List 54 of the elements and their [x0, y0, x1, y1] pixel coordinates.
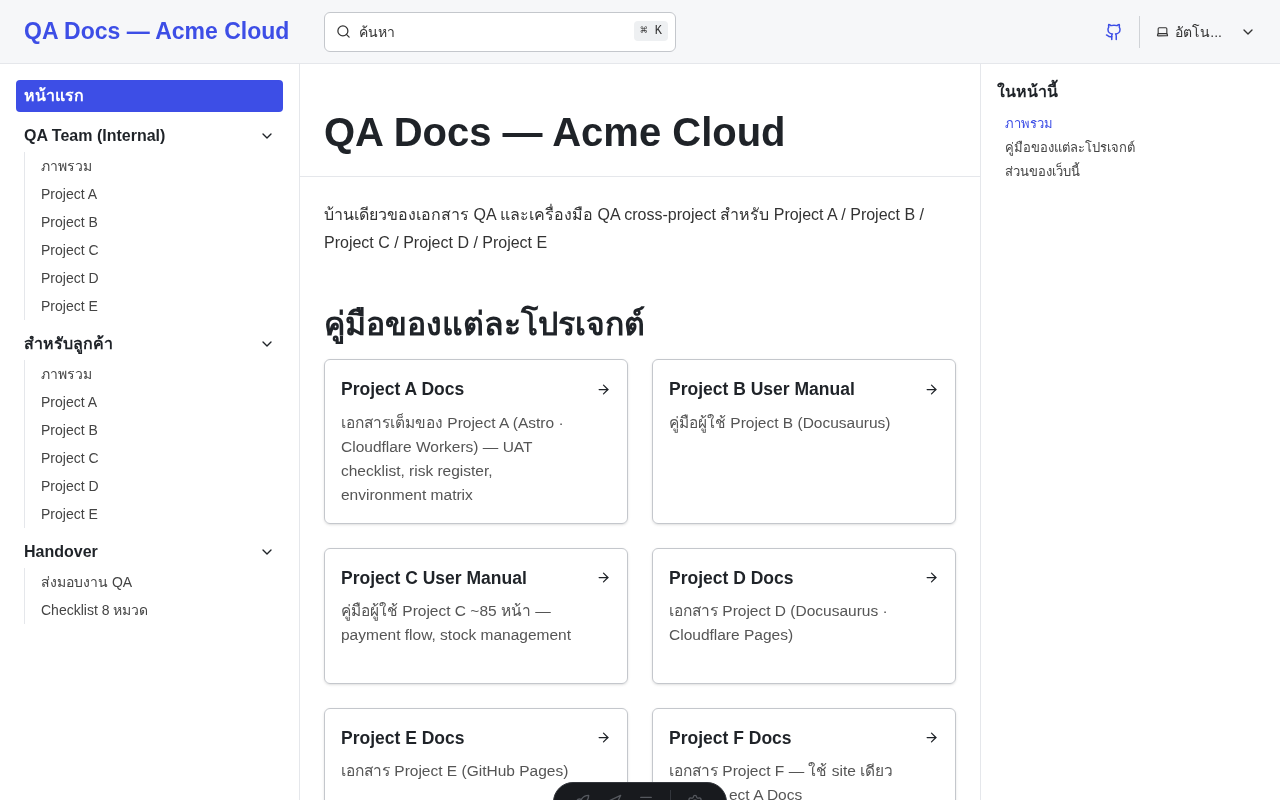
arrow-icon [924, 570, 939, 586]
card-description: เอกสาร Project F — ใช้ site เดียว [669, 760, 895, 781]
card-title: Project A Docs [341, 378, 465, 402]
arrow-icon [596, 730, 611, 746]
arrow-icon [924, 382, 939, 397]
card-description: เอกสาร Project E (GitHub Pages) [341, 760, 570, 781]
section-heading: คู่มือของแต่ละโปรเจกต์ [324, 305, 646, 344]
doc-card[interactable]: Project B User Manual คู่มือผู้ใช้ Project B (Docusaurus) [652, 359, 956, 524]
page-title: QA Docs — Acme Cloud [300, 64, 980, 177]
sidebar-link[interactable]: Project C [41, 236, 283, 264]
github-icon[interactable] [1105, 22, 1124, 41]
doc-card[interactable]: Project A Docs เอกสารเต็มของ Project A (Astro · Cloudflare Workers) — UAT checklist, risk register, environment matrix [324, 359, 628, 524]
toc-link[interactable]: คู่มือของแต่ละโปรเจกต์ [997, 136, 1264, 160]
arrow-icon [924, 730, 939, 746]
card-title: Project F Docs [669, 726, 792, 750]
search-icon [336, 23, 351, 39]
sidebar-link[interactable]: Project D [41, 472, 283, 500]
card-title: Project E Docs [341, 726, 465, 750]
sidebar-link[interactable]: Project A [41, 180, 283, 208]
sidebar-group[interactable]: Handover [16, 536, 283, 568]
site-title[interactable]: QA Docs — Acme Cloud [24, 14, 324, 49]
sidebar-link[interactable]: Project D [41, 264, 283, 292]
sidebar-link[interactable]: Checklist 8 หมวด [41, 596, 283, 624]
sidebar-link[interactable]: Project B [41, 208, 283, 236]
card-title: Project C User Manual [341, 566, 527, 590]
sidebar-link[interactable]: Project E [41, 500, 283, 528]
sidebar-link[interactable]: Project B [41, 416, 283, 444]
card-title: Project D Docs [669, 566, 794, 590]
shortcut-hint: ⌘ K [634, 20, 668, 41]
sidebar-link[interactable]: Project A [41, 388, 283, 416]
arrow-icon [596, 382, 611, 397]
toc-link[interactable]: ภาพรวม [997, 112, 1264, 136]
laptop-icon [1156, 25, 1170, 38]
sidebar-link[interactable]: Project E [41, 292, 283, 320]
card-description: ect A Docs [729, 784, 803, 800]
toc-title: ในหน้านี้ [997, 80, 1264, 104]
card-description: เอกสารเต็มของ Project A (Astro · Cloudflare Workers) — UAT checklist, risk register, environment matrix [341, 412, 565, 505]
arrow-icon [596, 570, 611, 586]
sidebar-link[interactable]: ภาพรวม [41, 360, 283, 388]
intro-text: บ้านเดียวของเอกสาร QA และเครื่องมือ QA cross-project สำหรับ Project A / Project B / Project C / Project D / Project E [324, 203, 925, 253]
doc-card[interactable]: Project C User Manual คู่มือผู้ใช้ Project C ~85 หน้า — payment flow, stock management [324, 547, 628, 684]
toc-link[interactable]: ส่วนของเว็บนี้ [997, 160, 1264, 184]
card-title: Project B User Manual [669, 378, 855, 402]
card-description: เอกสาร Project D (Docusaurus · Cloudflare Pages) [669, 600, 889, 645]
sidebar-link[interactable]: Project C [41, 444, 283, 472]
doc-card[interactable]: Project D Docs เอกสาร Project D (Docusaurus · Cloudflare Pages) [652, 547, 956, 684]
card-description: คู่มือผู้ใช้ Project B (Docusaurus) [669, 412, 892, 435]
card-description: คู่มือผู้ใช้ Project C ~85 หน้า — payment flow, stock management [341, 600, 573, 645]
sidebar-group[interactable]: สำหรับลูกค้า [16, 328, 283, 360]
sidebar-group[interactable]: QA Team (Internal) [16, 120, 283, 152]
sidebar-link[interactable]: ส่งมอบงาน QA [41, 568, 283, 596]
sidebar-link[interactable]: ภาพรวม [41, 152, 283, 180]
theme-select[interactable]: อัตโน... [1156, 21, 1256, 42]
sidebar-item[interactable]: หน้าแรก [16, 80, 283, 112]
